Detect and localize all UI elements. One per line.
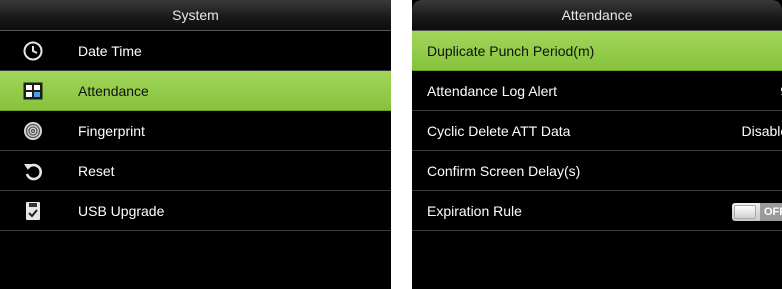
menu-item-label: USB Upgrade [78,203,165,219]
setting-duplicate-punch-period[interactable]: Duplicate Punch Period(m) 1 [412,31,782,71]
menu-item-reset[interactable]: Reset [0,151,391,191]
menu-item-attendance[interactable]: Attendance [0,71,391,111]
toggle-state-text: OFF [760,203,782,221]
setting-label: Attendance Log Alert [427,83,557,99]
setting-label: Confirm Screen Delay(s) [427,163,581,179]
setting-value: 3 [716,151,782,191]
menu-item-usb-upgrade[interactable]: USB Upgrade [0,191,391,231]
system-menu-list: Date Time Attendance Fingerprint Reset U… [0,31,391,231]
attendance-title: Attendance [412,0,782,31]
menu-item-label: Attendance [78,83,149,99]
system-title: System [0,0,391,31]
attendance-settings-panel: Attendance Duplicate Punch Period(m) 1 A… [412,0,782,289]
setting-expiration-rule[interactable]: Expiration Rule OFF [412,191,782,231]
attendance-settings-list: Duplicate Punch Period(m) 1 Attendance L… [412,31,782,231]
setting-label: Cyclic Delete ATT Data [427,123,571,139]
setting-confirm-screen-delay[interactable]: Confirm Screen Delay(s) 3 [412,151,782,191]
expiration-rule-toggle[interactable]: OFF [732,203,782,221]
menu-item-label: Reset [78,163,115,179]
menu-item-label: Fingerprint [78,123,145,139]
menu-item-fingerprint[interactable]: Fingerprint [0,111,391,151]
calendar-icon [22,80,44,102]
setting-cyclic-delete-att-data[interactable]: Cyclic Delete ATT Data Disabled [412,111,782,151]
reset-icon [22,160,44,182]
setting-value: 1 [716,31,782,71]
menu-item-date-time[interactable]: Date Time [0,31,391,71]
usb-upgrade-icon [22,200,44,222]
clock-icon [22,40,44,62]
toggle-knob[interactable] [734,205,756,219]
setting-value: 99 [716,71,782,111]
system-menu-panel: System Date Time Attendance Fingerprint … [0,0,391,289]
setting-attendance-log-alert[interactable]: Attendance Log Alert 99 [412,71,782,111]
setting-label: Expiration Rule [427,203,522,219]
fingerprint-icon [22,120,44,142]
menu-item-label: Date Time [78,43,142,59]
setting-value: Disabled [741,123,782,139]
setting-label: Duplicate Punch Period(m) [427,43,595,59]
